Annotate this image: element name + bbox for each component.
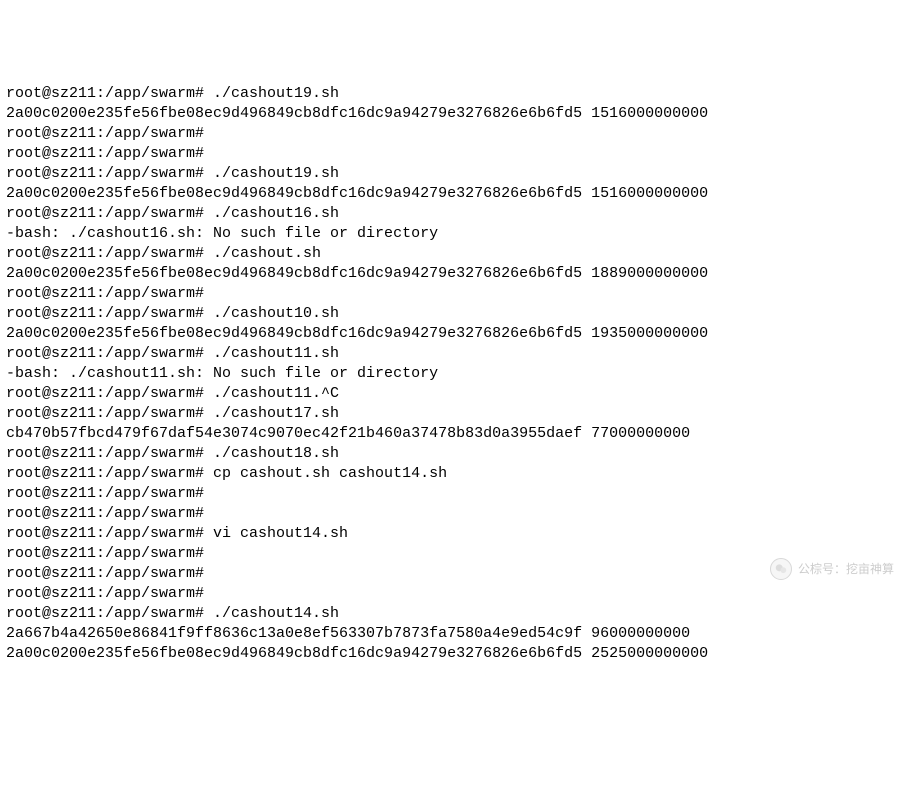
terminal-command-line: root@sz211:/app/swarm# [6,584,896,604]
terminal-command-line: root@sz211:/app/swarm# [6,144,896,164]
terminal-output-line: 2a00c0200e235fe56fbe08ec9d496849cb8dfc16… [6,324,896,344]
terminal-command-line: root@sz211:/app/swarm# ./cashout18.sh [6,444,896,464]
terminal-output-line: 2a00c0200e235fe56fbe08ec9d496849cb8dfc16… [6,644,896,664]
terminal-output-line: 2a00c0200e235fe56fbe08ec9d496849cb8dfc16… [6,184,896,204]
terminal-output-line: 2a00c0200e235fe56fbe08ec9d496849cb8dfc16… [6,104,896,124]
terminal-output[interactable]: root@sz211:/app/swarm# ./cashout19.sh2a0… [6,84,896,664]
terminal-command-line: root@sz211:/app/swarm# [6,124,896,144]
terminal-output-line: -bash: ./cashout11.sh: No such file or d… [6,364,896,384]
terminal-output-line: -bash: ./cashout16.sh: No such file or d… [6,224,896,244]
terminal-command-line: root@sz211:/app/swarm# [6,284,896,304]
terminal-output-line: cb470b57fbcd479f67daf54e3074c9070ec42f21… [6,424,896,444]
terminal-command-line: root@sz211:/app/swarm# ./cashout16.sh [6,204,896,224]
terminal-command-line: root@sz211:/app/swarm# ./cashout17.sh [6,404,896,424]
terminal-command-line: root@sz211:/app/swarm# ./cashout19.sh [6,84,896,104]
terminal-command-line: root@sz211:/app/swarm# ./cashout14.sh [6,604,896,624]
terminal-command-line: root@sz211:/app/swarm# vi cashout14.sh [6,524,896,544]
terminal-command-line: root@sz211:/app/swarm# [6,564,896,584]
terminal-command-line: root@sz211:/app/swarm# [6,504,896,524]
terminal-command-line: root@sz211:/app/swarm# [6,484,896,504]
terminal-command-line: root@sz211:/app/swarm# [6,544,896,564]
terminal-command-line: root@sz211:/app/swarm# ./cashout.sh [6,244,896,264]
terminal-command-line: root@sz211:/app/swarm# ./cashout11.^C [6,384,896,404]
terminal-output-line: 2a00c0200e235fe56fbe08ec9d496849cb8dfc16… [6,264,896,284]
terminal-command-line: root@sz211:/app/swarm# ./cashout19.sh [6,164,896,184]
terminal-command-line: root@sz211:/app/swarm# ./cashout11.sh [6,344,896,364]
terminal-command-line: root@sz211:/app/swarm# cp cashout.sh cas… [6,464,896,484]
terminal-command-line: root@sz211:/app/swarm# ./cashout10.sh [6,304,896,324]
terminal-output-line: 2a667b4a42650e86841f9ff8636c13a0e8ef5633… [6,624,896,644]
